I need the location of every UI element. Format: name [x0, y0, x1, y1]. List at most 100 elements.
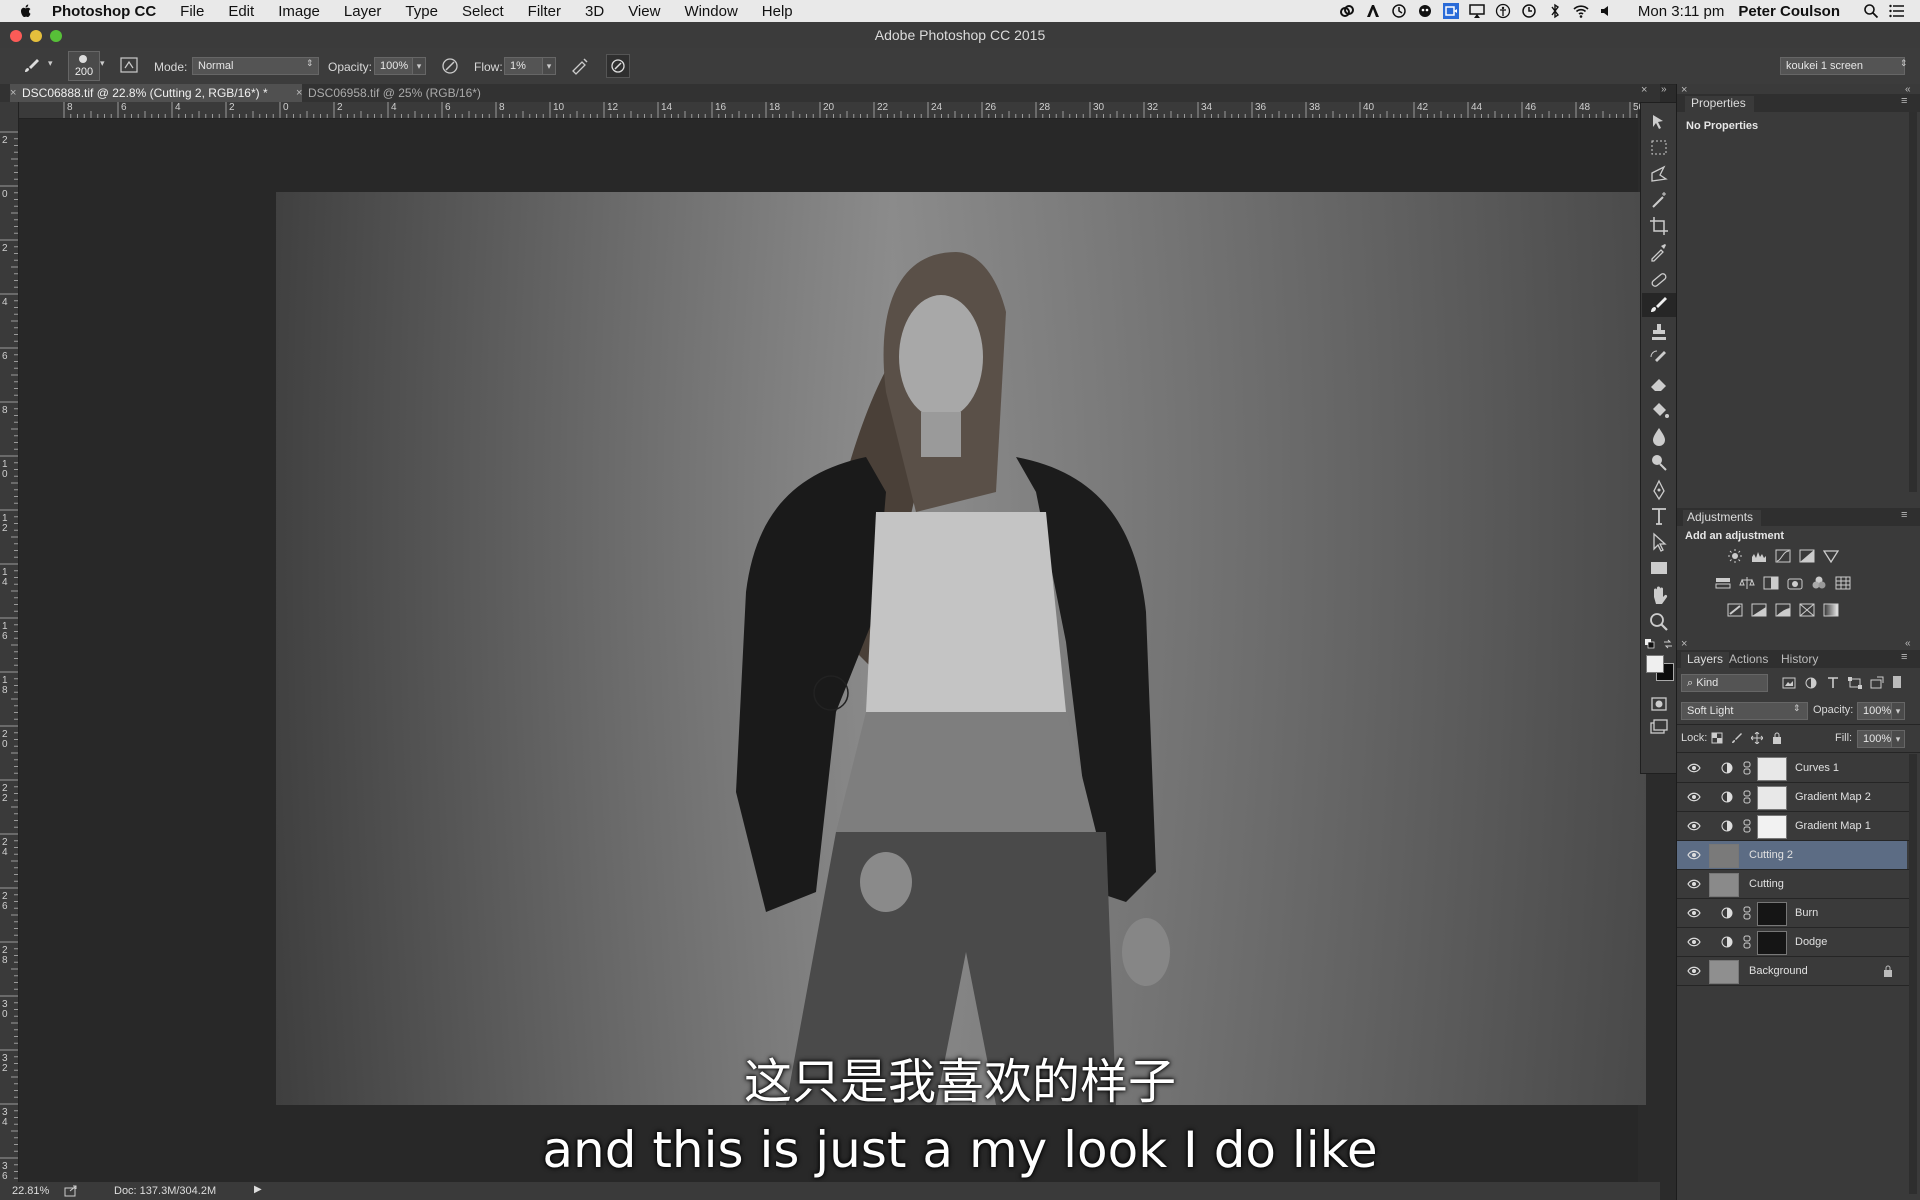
mask-link-icon[interactable]: [1743, 906, 1751, 920]
foreground-color-swatch[interactable]: [1646, 655, 1664, 673]
menu-file[interactable]: File: [180, 3, 204, 20]
layer-row[interactable]: Gradient Map 1: [1677, 812, 1907, 840]
menu-filter[interactable]: Filter: [528, 3, 561, 20]
document-canvas[interactable]: [276, 192, 1646, 1105]
tab-actions[interactable]: Actions: [1729, 652, 1768, 666]
filter-adjustment-icon[interactable]: [1803, 676, 1819, 690]
preset-dropdown-arrow[interactable]: ▾: [48, 58, 53, 69]
properties-tab[interactable]: Properties: [1685, 96, 1754, 112]
menu-type[interactable]: Type: [405, 3, 438, 20]
layer-row[interactable]: Background: [1677, 957, 1907, 985]
layer-row[interactable]: Cutting 2: [1677, 841, 1907, 869]
adjustments-tab[interactable]: Adjustments: [1683, 510, 1762, 526]
vertical-ruler[interactable]: 2 0 2 4 6 8 10 12 14 16 18 20 22 24 26 28 30 32 34 36: [0, 102, 19, 1182]
tab-history[interactable]: History: [1781, 652, 1818, 666]
brightness-contrast-icon[interactable]: [1727, 549, 1743, 563]
history-icon[interactable]: [1521, 3, 1537, 19]
menu-view[interactable]: View: [628, 3, 660, 20]
share-icon[interactable]: [64, 1185, 78, 1197]
mask-link-icon[interactable]: [1743, 761, 1751, 775]
wifi-icon[interactable]: [1573, 3, 1589, 19]
lock-position-icon[interactable]: [1751, 732, 1763, 744]
brush-panel-toggle-icon[interactable]: [120, 56, 138, 74]
rectangle-tool-icon[interactable]: [1647, 557, 1671, 579]
brush-size-dropdown-arrow[interactable]: ▾: [100, 58, 105, 69]
fill-input[interactable]: 100%: [1857, 730, 1894, 748]
filter-shape-icon[interactable]: [1847, 676, 1863, 690]
layers-scrollbar[interactable]: [1909, 754, 1917, 1194]
filter-smart-object-icon[interactable]: [1869, 676, 1885, 690]
layer-visibility-eye-icon[interactable]: [1687, 820, 1701, 832]
hand-tool-icon[interactable]: [1647, 585, 1671, 607]
paint-bucket-tool-icon[interactable]: [1647, 399, 1671, 421]
clone-stamp-tool-icon[interactable]: [1647, 321, 1671, 343]
layer-mask-thumbnail[interactable]: [1757, 815, 1787, 839]
airplay-icon[interactable]: [1469, 3, 1485, 19]
menu-help[interactable]: Help: [762, 3, 793, 20]
crop-tool-icon[interactable]: [1647, 215, 1671, 237]
menu-edit[interactable]: Edit: [228, 3, 254, 20]
filter-type-icon[interactable]: [1825, 676, 1841, 690]
menu-window[interactable]: Window: [684, 3, 737, 20]
opacity-slider-toggle[interactable]: ▾: [412, 57, 426, 75]
layer-opacity-slider-toggle[interactable]: ▾: [1891, 702, 1905, 720]
layer-visibility-eye-icon[interactable]: [1687, 936, 1701, 948]
pressure-size-button[interactable]: [606, 54, 630, 78]
layer-mask-thumbnail[interactable]: [1757, 931, 1787, 955]
posterize-icon[interactable]: [1751, 603, 1767, 617]
zoom-level[interactable]: 22.81%: [12, 1185, 49, 1197]
layer-visibility-eye-icon[interactable]: [1687, 878, 1701, 890]
color-lookup-icon[interactable]: [1835, 576, 1851, 590]
path-selection-tool-icon[interactable]: [1647, 531, 1671, 553]
pen-tool-icon[interactable]: [1647, 479, 1671, 501]
menu-image[interactable]: Image: [278, 3, 320, 20]
fill-slider-toggle[interactable]: ▾: [1891, 730, 1905, 748]
close-tab-icon[interactable]: ×: [10, 84, 16, 102]
spotlight-search-icon[interactable]: [1863, 3, 1879, 19]
invert-icon[interactable]: [1727, 603, 1743, 617]
layers-panel-menu-icon[interactable]: ≡: [1901, 651, 1907, 663]
filter-toggle-switch[interactable]: [1893, 676, 1901, 688]
screen-record-icon[interactable]: [1442, 3, 1459, 19]
black-white-icon[interactable]: [1763, 576, 1779, 590]
close-tab-icon[interactable]: ×: [296, 84, 302, 102]
alien-icon[interactable]: [1417, 3, 1433, 19]
lock-image-pixels-icon[interactable]: [1731, 732, 1743, 744]
mask-link-icon[interactable]: [1743, 790, 1751, 804]
apple-icon[interactable]: [18, 3, 34, 19]
layer-thumbnail[interactable]: [1709, 873, 1739, 897]
gradient-map-icon[interactable]: [1823, 603, 1839, 617]
layer-opacity-input[interactable]: 100%: [1857, 702, 1894, 720]
mask-link-icon[interactable]: [1743, 819, 1751, 833]
flow-slider-toggle[interactable]: ▾: [542, 57, 556, 75]
layer-visibility-eye-icon[interactable]: [1687, 907, 1701, 919]
accessibility-icon[interactable]: [1495, 3, 1511, 19]
status-menu-arrow-icon[interactable]: ▶: [254, 1184, 262, 1195]
vibrance-icon[interactable]: [1823, 549, 1839, 563]
type-tool-icon[interactable]: [1647, 505, 1671, 527]
layer-mask-thumbnail[interactable]: [1757, 786, 1787, 810]
layer-mask-thumbnail[interactable]: [1757, 902, 1787, 926]
menu-3d[interactable]: 3D: [585, 3, 604, 20]
marquee-tool-icon[interactable]: [1647, 137, 1671, 159]
collapse-panel-icon[interactable]: »: [1661, 84, 1667, 95]
layer-thumbnail[interactable]: [1709, 844, 1739, 868]
layer-row[interactable]: Cutting: [1677, 870, 1907, 898]
brush-tool-preset-icon[interactable]: [22, 56, 42, 76]
properties-panel-menu-icon[interactable]: ≡: [1901, 95, 1907, 107]
layer-row[interactable]: Burn: [1677, 899, 1907, 927]
layer-filter-kind-select[interactable]: ⌕ Kind: [1681, 674, 1768, 692]
airbrush-icon[interactable]: [570, 56, 590, 76]
clock[interactable]: Mon 3:11 pm: [1638, 3, 1724, 20]
selective-color-icon[interactable]: [1799, 603, 1815, 617]
layer-blend-mode-select[interactable]: Soft Light: [1681, 702, 1808, 720]
lasso-tool-icon[interactable]: [1647, 163, 1671, 185]
lock-transparent-pixels-icon[interactable]: [1711, 732, 1723, 744]
user-name[interactable]: Peter Coulson: [1738, 3, 1840, 20]
layer-visibility-eye-icon[interactable]: [1687, 791, 1701, 803]
move-tool-icon[interactable]: [1647, 111, 1671, 133]
screen-mode-icon[interactable]: [1647, 717, 1671, 739]
time-machine-icon[interactable]: [1391, 3, 1407, 19]
blur-tool-icon[interactable]: [1647, 425, 1671, 447]
magic-wand-tool-icon[interactable]: [1647, 189, 1671, 211]
